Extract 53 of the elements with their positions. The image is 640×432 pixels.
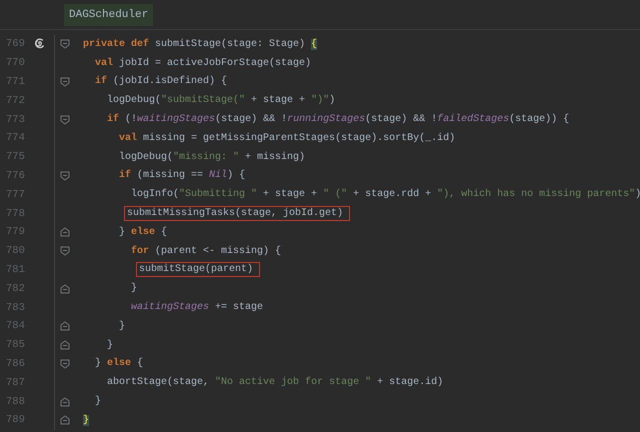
code-line: abortStage(stage, "No active job for stage " + stage.id): [106, 376, 444, 390]
code-line: val jobId = activeJobForStage(stage): [94, 56, 312, 71]
fold-marker-icon[interactable]: [60, 358, 70, 369]
code-line: for (parent <- missing) {: [130, 244, 282, 259]
code-line: logInfo("Submitting " + stage + " (" + stage.rdd + "), which has no missing parents"): [130, 188, 640, 202]
line-number: 772: [5, 94, 26, 107]
line-number: 782: [5, 282, 26, 295]
code-line: }: [130, 282, 138, 296]
line-number: 771: [5, 76, 26, 88]
code-line: if (jobId.isDefined) {: [94, 74, 228, 90]
recursion-icon[interactable]: [34, 38, 46, 50]
line-number: 788: [5, 396, 26, 408]
line-number: 770: [5, 57, 26, 70]
line-number: 784: [5, 320, 26, 332]
line-number: 783: [5, 302, 26, 314]
line-number: 780: [5, 245, 26, 258]
fold-marker-icon[interactable]: [60, 114, 70, 125]
line-number: 777: [5, 188, 26, 201]
line-number: 786: [5, 358, 26, 370]
line-number: 778: [5, 208, 26, 220]
line-number: 785: [5, 339, 26, 352]
line-number: 775: [5, 151, 26, 164]
fold-marker-icon[interactable]: [60, 227, 70, 238]
code-line: if (!waitingStages(stage) && !runningStages(stage) && !failedStages(stage)) {: [106, 112, 570, 128]
fold-marker-icon[interactable]: [60, 39, 70, 50]
line-number: 779: [5, 226, 26, 238]
fold-marker-icon[interactable]: [60, 321, 70, 332]
line-number: 789: [5, 414, 26, 426]
line-number: 776: [5, 170, 26, 182]
line-number: 787: [5, 376, 26, 389]
file-tab[interactable]: DAGScheduler: [64, 4, 154, 26]
code-line: }: [106, 338, 114, 353]
fold-marker-icon[interactable]: [60, 415, 70, 426]
code-line: private def submitStage(stage: Stage) {: [82, 38, 318, 52]
fold-marker-icon[interactable]: [60, 284, 70, 294]
code-line: } else {: [118, 226, 168, 240]
line-number: 769: [5, 38, 26, 50]
code-line: } else {: [94, 356, 144, 372]
code-line: logDebug("submitStage(" + stage + ")"): [106, 94, 336, 108]
code-line: val missing = getMissingParentStages(stage).sortBy(_.id): [118, 132, 456, 146]
code-line: logDebug("missing: " + missing): [118, 150, 306, 165]
fold-marker-icon[interactable]: [60, 246, 70, 256]
fold-marker-icon[interactable]: [60, 170, 70, 181]
code-line: }: [94, 394, 102, 410]
code-line: }: [118, 320, 126, 334]
line-number: 774: [5, 132, 26, 144]
code-line: waitingStages += stage: [130, 300, 264, 316]
fold-marker-icon[interactable]: [60, 396, 70, 407]
code-line: if (missing == Nil) {: [118, 168, 246, 184]
line-number: 773: [5, 114, 26, 126]
fold-marker-icon[interactable]: [60, 76, 70, 87]
fold-marker-icon[interactable]: [60, 340, 70, 350]
line-number: 781: [5, 264, 26, 276]
